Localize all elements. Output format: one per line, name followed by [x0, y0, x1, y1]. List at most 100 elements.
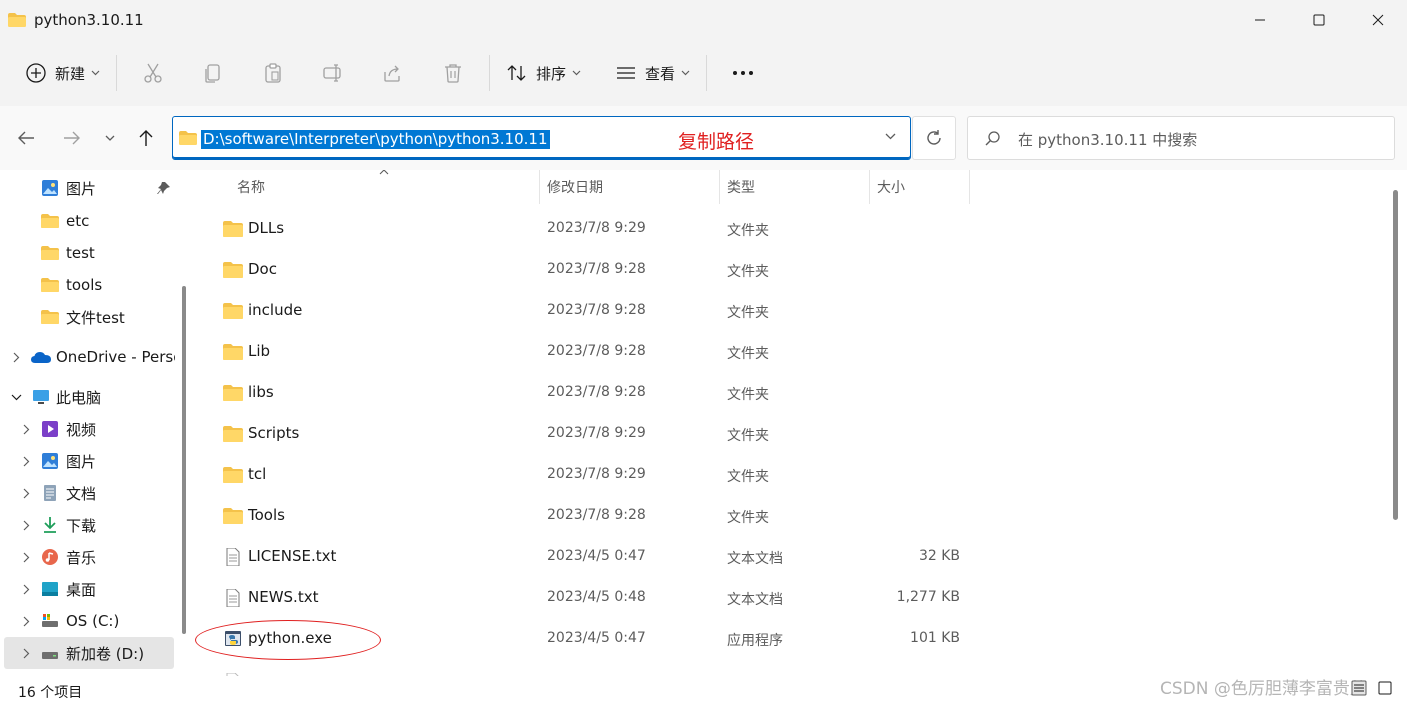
- chevron-right-icon[interactable]: [20, 487, 32, 499]
- maximize-button[interactable]: [1289, 0, 1348, 40]
- copy-path-annotation: 复制路径: [678, 131, 755, 153]
- column-divider[interactable]: [719, 170, 720, 204]
- title-bar: python3.10.11: [0, 0, 1407, 40]
- search-box[interactable]: 在 python3.10.11 中搜索: [967, 116, 1395, 160]
- file-name: Lib: [248, 342, 271, 360]
- scissors-icon: [144, 63, 162, 83]
- column-name-label: 名称: [237, 180, 265, 196]
- file-type: 文件夹: [727, 510, 769, 526]
- sort-button[interactable]: 排序: [496, 53, 591, 93]
- sidebar-item-label: etc: [66, 212, 90, 230]
- file-date: 2023/4/5 0:48: [547, 589, 646, 605]
- sidebar-item-videos[interactable]: 视频: [0, 413, 175, 445]
- chevron-right-icon[interactable]: [20, 551, 32, 563]
- sidebar-item-downloads[interactable]: 下载: [0, 509, 175, 541]
- rename-button[interactable]: [303, 53, 363, 93]
- column-header-type[interactable]: 类型: [727, 170, 755, 204]
- close-button[interactable]: [1348, 0, 1407, 40]
- file-date: 2023/7/8 9:28: [547, 507, 646, 523]
- chevron-right-icon[interactable]: [20, 615, 32, 627]
- sidebar-item-tools[interactable]: tools: [0, 269, 175, 301]
- cut-button[interactable]: [123, 53, 183, 93]
- new-label: 新建: [55, 64, 86, 83]
- column-header-name[interactable]: 名称: [237, 170, 265, 204]
- address-path[interactable]: D:\software\Interpreter\python\python3.1…: [201, 130, 550, 149]
- sidebar-item-drive-d[interactable]: 新加卷 (D:): [4, 637, 174, 669]
- chevron-down-icon[interactable]: [10, 391, 22, 403]
- chevron-right-icon[interactable]: [20, 423, 32, 435]
- chevron-right-icon[interactable]: [20, 647, 32, 659]
- sidebar-item-documents[interactable]: 文档: [0, 477, 175, 509]
- file-type: 文件夹: [727, 469, 769, 485]
- sidebar-item-drive-c[interactable]: OS (C:): [0, 605, 175, 637]
- file-row[interactable]: Lib 2023/7/8 9:28 文件夹: [197, 332, 1387, 373]
- sidebar-item-etc[interactable]: etc: [0, 205, 175, 237]
- file-row[interactable]: LICENSE.txt 2023/4/5 0:47 文本文档 32 KB: [197, 537, 1387, 578]
- copy-button[interactable]: [183, 53, 243, 93]
- file-date: 2023/7/8 9:28: [547, 302, 646, 318]
- file-row[interactable]: Tools 2023/7/8 9:28 文件夹: [197, 496, 1387, 537]
- column-header-date[interactable]: 修改日期: [547, 170, 603, 204]
- refresh-button[interactable]: [912, 116, 956, 160]
- up-button[interactable]: [134, 126, 158, 150]
- file-name: Doc: [248, 260, 277, 278]
- file-list-scrollbar[interactable]: [1393, 190, 1398, 520]
- plus-circle-icon: [26, 63, 46, 83]
- rename-icon: [323, 64, 341, 82]
- file-row[interactable]: Scripts 2023/7/8 9:29 文件夹: [197, 414, 1387, 455]
- back-button[interactable]: [14, 126, 38, 150]
- pictures-icon: [42, 453, 58, 469]
- chevron-down-icon: [105, 135, 115, 141]
- sidebar-item-label: 音乐: [66, 548, 97, 567]
- new-button[interactable]: 新建: [15, 53, 110, 93]
- sidebar-item-this-pc[interactable]: 此电脑: [0, 381, 175, 413]
- sidebar-scrollbar[interactable]: [182, 286, 186, 634]
- share-button[interactable]: [363, 53, 423, 93]
- file-row[interactable]: tcl 2023/7/8 9:29 文件夹: [197, 455, 1387, 496]
- trash-icon: [445, 64, 462, 83]
- videos-icon: [42, 421, 58, 437]
- maximize-icon: [1313, 14, 1324, 26]
- file-row[interactable]: libs 2023/7/8 9:28 文件夹: [197, 373, 1387, 414]
- sidebar-item-desktop[interactable]: 桌面: [0, 573, 175, 605]
- view-button[interactable]: 查看: [605, 53, 700, 93]
- column-divider[interactable]: [869, 170, 870, 204]
- column-divider[interactable]: [969, 170, 970, 204]
- forward-button[interactable]: [60, 126, 84, 150]
- details-view-icon[interactable]: [1351, 680, 1367, 696]
- address-row: D:\software\Interpreter\python\python3.1…: [0, 106, 1407, 170]
- column-size-label: 大小: [877, 180, 905, 196]
- sidebar-item-onedrive[interactable]: OneDrive - Perso: [0, 341, 175, 373]
- search-placeholder: 在 python3.10.11 中搜索: [1018, 131, 1198, 149]
- file-row[interactable]: DLLs 2023/7/8 9:29 文件夹: [197, 209, 1387, 250]
- file-row[interactable]: NEWS.txt 2023/4/5 0:48 文本文档 1,277 KB: [197, 578, 1387, 619]
- sidebar-item-filetest[interactable]: 文件test: [0, 301, 175, 333]
- sidebar-item-music[interactable]: 音乐: [0, 541, 175, 573]
- tiles-view-icon[interactable]: [1377, 680, 1393, 696]
- chevron-down-icon[interactable]: [885, 133, 896, 140]
- sidebar-item-test[interactable]: test: [0, 237, 175, 269]
- sort-ascending-icon: [379, 170, 389, 175]
- chevron-right-icon[interactable]: [20, 455, 32, 467]
- command-bar: 新建 排序 查看: [0, 40, 1407, 106]
- address-bar[interactable]: D:\software\Interpreter\python\python3.1…: [172, 116, 911, 160]
- chevron-right-icon[interactable]: [20, 519, 32, 531]
- folder-icon: [41, 214, 59, 228]
- file-row[interactable]: include 2023/7/8 9:28 文件夹: [197, 291, 1387, 332]
- chevron-right-icon[interactable]: [10, 351, 22, 363]
- file-date: 2023/7/8 9:28: [547, 343, 646, 359]
- sidebar-item-pictures[interactable]: 图片: [0, 445, 175, 477]
- more-options-button[interactable]: [713, 53, 773, 93]
- minimize-button[interactable]: [1230, 0, 1289, 40]
- chevron-right-icon[interactable]: [20, 583, 32, 595]
- file-row[interactable]: Doc 2023/7/8 9:28 文件夹: [197, 250, 1387, 291]
- recent-locations-button[interactable]: [98, 126, 122, 150]
- file-type: 文件夹: [727, 346, 769, 362]
- sidebar-item-pictures-quick[interactable]: 图片: [0, 172, 175, 204]
- folder-icon: [223, 385, 243, 401]
- column-header-size[interactable]: 大小: [877, 170, 905, 204]
- sidebar-item-label: 下载: [66, 516, 97, 535]
- column-divider[interactable]: [539, 170, 540, 204]
- delete-button[interactable]: [423, 53, 483, 93]
- paste-button[interactable]: [243, 53, 303, 93]
